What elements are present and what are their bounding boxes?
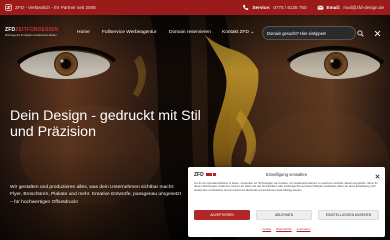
- top-bar: ZFD - Verlässlich - Ihr Partner seit 200…: [0, 0, 390, 15]
- logo-brand: ZFD: [5, 27, 16, 33]
- cookie-policy-link[interactable]: Cookie: [262, 227, 271, 231]
- logo-subtitle: Werbeagentur für digitale und klassische…: [5, 34, 57, 37]
- site-logo[interactable]: ZFDZEITFÜRDESIGN Werbeagentur für digita…: [5, 27, 65, 39]
- cookie-consent-dialog: ZFD Einwilligung verwalten Um dir ein op…: [188, 167, 385, 237]
- nav-item-fullservice[interactable]: Fullservice Werbeagentur: [102, 30, 157, 35]
- search-button[interactable]: [354, 26, 367, 39]
- close-icon: [374, 24, 381, 42]
- cookie-close-button[interactable]: [374, 171, 381, 179]
- search-icon: [357, 24, 364, 42]
- email-contact[interactable]: Email: mail@zfd-design.de: [317, 4, 384, 11]
- hero-headline: Dein Design - gedruckt mit Stil und Präz…: [10, 108, 201, 140]
- cookie-accept-button[interactable]: AKZEPTIEREN: [194, 210, 250, 220]
- service-phone[interactable]: 0775 / 8135 750: [273, 5, 306, 10]
- privacy-policy-link[interactable]: Datenschutz: [276, 227, 292, 231]
- mail-icon: [317, 4, 324, 11]
- hero-lead-text: Wir gestalten und produzieren alles, was…: [10, 185, 181, 205]
- zfd-mark-icon: [5, 3, 12, 12]
- email-label: Email:: [326, 5, 341, 10]
- service-contact[interactable]: Service: 0775 / 8135 750: [242, 4, 307, 11]
- cookie-deny-button[interactable]: ABLEHNEN: [256, 210, 312, 220]
- cookie-dialog-body: Um dir ein optimales Erlebnis zu bieten,…: [194, 182, 378, 192]
- logo-brand-suffix: ZEITFÜRDESIGN: [15, 27, 59, 33]
- close-menu-button[interactable]: [371, 26, 384, 39]
- email-value[interactable]: mail@zfd-design.de: [343, 5, 384, 10]
- top-bar-left: ZFD - Verlässlich - Ihr Partner seit 200…: [0, 3, 96, 12]
- service-label: Service:: [252, 5, 271, 10]
- phone-icon: [242, 4, 249, 11]
- cookie-links: Cookie Datenschutz Impressum: [188, 227, 385, 231]
- top-bar-tagline: ZFD - Verlässlich - Ihr Partner seit 200…: [15, 5, 96, 10]
- top-bar-right: Service: 0775 / 8135 750 Email: mail@zfd…: [242, 4, 390, 11]
- cookie-preferences-button[interactable]: EINSTELLUNGEN ANSEHEN: [318, 210, 379, 220]
- domain-search-input[interactable]: [262, 26, 356, 40]
- logo-wordmark: ZFDZEITFÜRDESIGN: [5, 27, 65, 33]
- nav-item-kontakt[interactable]: Kontakt ZFD ⌄: [222, 30, 254, 35]
- imprint-link[interactable]: Impressum: [297, 227, 311, 231]
- cookie-dialog-title: Einwilligung verwalten: [265, 172, 308, 177]
- main-navigation: ZFDZEITFÜRDESIGN Werbeagentur für digita…: [0, 22, 390, 42]
- nav-item-home[interactable]: Home: [77, 30, 90, 35]
- close-icon: [375, 166, 380, 184]
- nav-item-domain[interactable]: Domain reservieren: [169, 30, 211, 35]
